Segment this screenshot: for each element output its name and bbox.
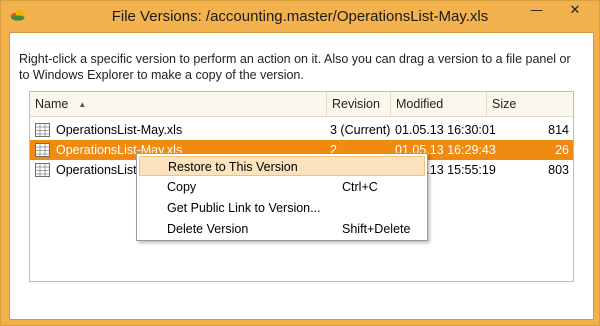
column-header-name[interactable]: Name ▲ [30,92,327,116]
row-revision: 3 (Current) [330,123,391,137]
menu-item-label: Get Public Link to Version... [167,201,321,215]
title-bar[interactable]: File Versions: /accounting.master/Operat… [1,1,599,32]
menu-item-delete[interactable]: Delete Version Shift+Delete [139,219,425,239]
instructions-text: Right-click a specific version to perfor… [19,52,571,82]
menu-item-shortcut: Ctrl+C [342,180,378,194]
menu-item-get-public-link[interactable]: Get Public Link to Version... [139,198,425,218]
spreadsheet-file-icon [35,123,50,137]
spreadsheet-file-icon [35,163,50,177]
spreadsheet-file-icon [35,143,50,157]
row-size: 26 [555,143,569,157]
minimize-button[interactable]: — [523,2,550,22]
row-name: OperationsList- [56,163,141,177]
menu-item-restore[interactable]: Restore to This Version [139,156,425,176]
menu-item-copy[interactable]: Copy Ctrl+C [139,177,425,197]
row-size: 803 [548,163,569,177]
column-header-size[interactable]: Size [487,92,573,116]
column-header-modified[interactable]: Modified [391,92,487,116]
close-button[interactable]: ✕ [553,2,597,22]
column-header-name-label: Name [35,97,69,111]
list-header: Name ▲ Revision Modified Size [30,92,573,117]
column-header-revision[interactable]: Revision [327,92,391,116]
row-name: OperationsList-May.xls [56,123,183,137]
window-title: File Versions: /accounting.master/Operat… [111,8,489,25]
context-menu: Restore to This Version Copy Ctrl+C Get … [136,153,428,241]
menu-item-label: Delete Version [167,222,249,236]
sort-ascending-icon: ▲ [78,100,87,109]
menu-item-shortcut: Shift+Delete [342,222,411,236]
table-row[interactable]: OperationsList-May.xls 3 (Current) 01.05… [30,120,573,140]
row-size: 814 [548,123,569,137]
row-modified: 01.05.13 16:30:01 [395,123,496,137]
menu-item-label: Restore to This Version [168,160,298,174]
menu-item-label: Copy [167,180,197,194]
